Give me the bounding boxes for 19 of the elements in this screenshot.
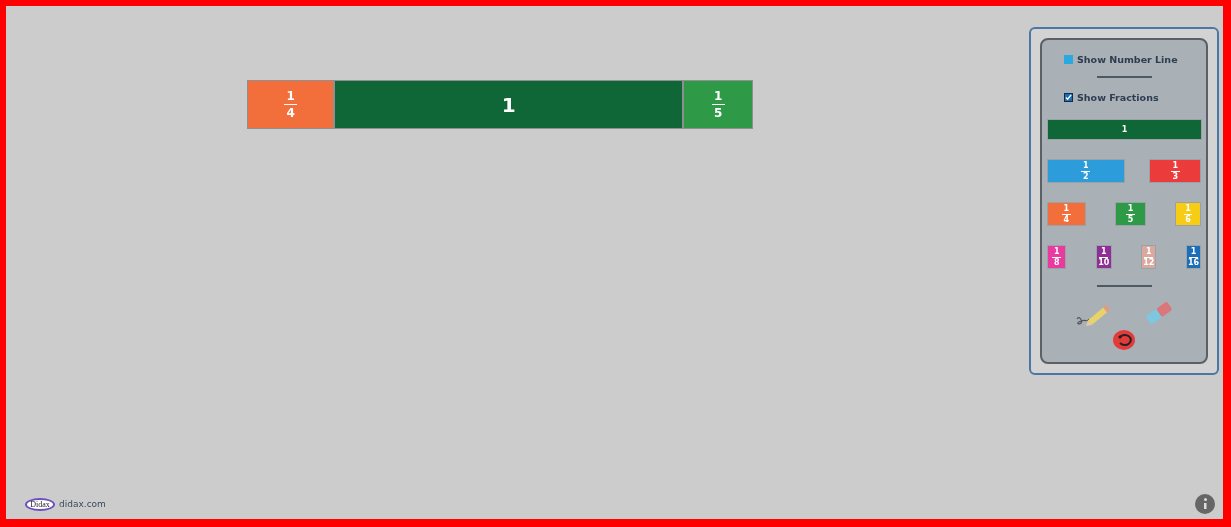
whole-tile[interactable]: 1 — [1047, 119, 1202, 140]
fraction-bar[interactable]: 1 5 — [683, 80, 754, 129]
fraction-bar[interactable]: 1 4 — [247, 80, 335, 129]
whole-bar[interactable]: 1 — [334, 80, 684, 129]
option-checkbox[interactable]: Show Fractions — [1064, 90, 1201, 104]
fraction-tile[interactable]: 1 10 — [1096, 245, 1112, 269]
fraction-tile[interactable]: 1 8 — [1047, 245, 1067, 269]
fraction-tile[interactable]: 1 2 — [1047, 159, 1125, 183]
fraction-tile[interactable]: 1 3 — [1149, 159, 1201, 183]
option-checkbox[interactable]: Show Number Line — [1064, 52, 1201, 66]
site-link[interactable]: didax.com — [59, 499, 106, 509]
fraction-tile[interactable]: 1 16 — [1186, 245, 1201, 269]
checkmark-icon — [1065, 93, 1072, 101]
fraction-tile[interactable]: 1 5 — [1114, 202, 1146, 226]
fraction-tile[interactable]: 1 12 — [1141, 245, 1157, 269]
undo-icon[interactable] — [1112, 329, 1136, 351]
info-icon[interactable] — [1195, 494, 1215, 514]
fraction-tile[interactable]: 1 4 — [1047, 202, 1086, 226]
logo: Didax — [25, 497, 55, 511]
